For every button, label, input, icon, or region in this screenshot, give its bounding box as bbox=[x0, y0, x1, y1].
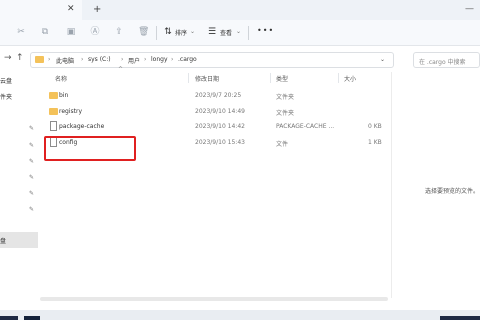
cut-icon[interactable]: ✂ bbox=[16, 27, 26, 37]
taskbar bbox=[0, 310, 480, 320]
minimize-icon[interactable]: — bbox=[465, 4, 474, 14]
tab-strip: ✕ + — bbox=[0, 0, 480, 20]
address-dropdown-icon[interactable]: ⌄ bbox=[380, 56, 385, 63]
command-bar: ✂ ⧉ ▣ Ⓐ ⇪ 🗑 ⇅ 排序 ⌄ ☰ 查看 ⌄ ••• bbox=[0, 20, 480, 46]
breadcrumb-cargo[interactable]: .cargo bbox=[178, 56, 197, 63]
chevron-right-icon[interactable]: › bbox=[171, 56, 173, 63]
folder-icon bbox=[49, 92, 58, 99]
file-size: 1 KB bbox=[368, 139, 382, 146]
view-chevron-icon[interactable]: ⌄ bbox=[236, 28, 241, 35]
breadcrumb-drive[interactable]: sys (C:) bbox=[88, 56, 111, 63]
file-type: PACKAGE-CACHE ... bbox=[276, 123, 335, 130]
highlight-box bbox=[44, 136, 136, 161]
address-bar[interactable]: › 此电脑 › sys (C:) › 用户 › longy › .cargo ⌄ bbox=[30, 52, 394, 68]
folder-icon bbox=[35, 56, 44, 63]
file-name: package-cache bbox=[59, 123, 105, 130]
sidebar-item-selected[interactable]: 盘 bbox=[0, 232, 38, 248]
file-modified: 2023/9/10 15:43 bbox=[195, 139, 245, 146]
file-modified: 2023/9/10 14:49 bbox=[195, 108, 245, 115]
file-type: 文件 bbox=[276, 141, 289, 148]
view-button[interactable]: 查看 bbox=[220, 28, 232, 37]
sort-up-icon: ^ bbox=[118, 66, 124, 73]
rename-icon[interactable]: Ⓐ bbox=[90, 27, 100, 37]
file-type: 文件夹 bbox=[276, 94, 295, 101]
column-divider[interactable] bbox=[270, 73, 271, 83]
sidebar-item-folders[interactable]: 件夹 bbox=[0, 92, 12, 101]
file-type: 文件夹 bbox=[276, 110, 295, 117]
delete-icon[interactable]: 🗑 bbox=[138, 27, 149, 37]
sort-button[interactable]: 排序 bbox=[175, 28, 187, 37]
chevron-right-icon[interactable]: › bbox=[81, 56, 83, 63]
breadcrumb-longy[interactable]: longy bbox=[151, 56, 168, 63]
column-divider[interactable] bbox=[338, 73, 339, 83]
close-tab-icon[interactable]: ✕ bbox=[67, 4, 75, 14]
preview-message: 选择要预览的文件。 bbox=[425, 188, 480, 195]
paste-icon[interactable]: ▣ bbox=[66, 27, 76, 37]
horizontal-scrollbar[interactable] bbox=[40, 297, 388, 301]
chevron-right-icon[interactable]: › bbox=[48, 56, 50, 63]
chevron-right-icon[interactable]: › bbox=[121, 56, 123, 63]
pin-icon[interactable]: ✎ bbox=[29, 125, 34, 132]
file-icon bbox=[50, 121, 57, 131]
toolbar-divider bbox=[248, 26, 249, 40]
share-icon[interactable]: ⇪ bbox=[114, 27, 124, 37]
column-divider[interactable] bbox=[188, 73, 189, 83]
file-size: 0 KB bbox=[368, 123, 382, 130]
toolbar-divider bbox=[156, 26, 157, 40]
pin-icon[interactable]: ✎ bbox=[29, 142, 34, 149]
column-header-modified[interactable]: 修改日期 bbox=[195, 74, 219, 83]
file-name: registry bbox=[59, 108, 82, 115]
sidebar-item-cloud[interactable]: 云盘 bbox=[0, 76, 12, 85]
column-header-name[interactable]: 名称 bbox=[55, 74, 67, 83]
new-tab-icon[interactable]: + bbox=[93, 4, 101, 15]
pin-icon[interactable]: ✎ bbox=[29, 206, 34, 213]
table-row[interactable]: registry 2023/9/10 14:49 文件夹 bbox=[45, 104, 390, 119]
breadcrumb-users[interactable]: 用户 bbox=[128, 56, 140, 65]
folder-icon bbox=[49, 108, 58, 115]
sort-icon: ⇅ bbox=[164, 27, 172, 37]
breadcrumb-this-pc[interactable]: 此电脑 bbox=[56, 56, 74, 65]
column-header-type[interactable]: 类型 bbox=[276, 74, 288, 83]
search-input[interactable]: 在 .cargo 中搜索 bbox=[413, 52, 480, 68]
file-name: bin bbox=[59, 92, 69, 99]
taskbar-segment bbox=[440, 316, 480, 320]
pane-divider[interactable] bbox=[391, 72, 392, 298]
navigation-pane: 云盘 件夹 ✎ ✎ ✎ ✎ ✎ ✎ 盘 bbox=[0, 72, 38, 320]
view-icon: ☰ bbox=[207, 27, 217, 37]
table-row[interactable]: bin 2023/9/7 20:25 文件夹 bbox=[45, 88, 390, 103]
taskbar-segment bbox=[24, 316, 40, 320]
file-modified: 2023/9/7 20:25 bbox=[195, 92, 242, 99]
copy-icon[interactable]: ⧉ bbox=[40, 27, 50, 37]
more-options-button[interactable]: ••• bbox=[257, 26, 274, 35]
back-icon[interactable]: → bbox=[4, 53, 12, 63]
pin-icon[interactable]: ✎ bbox=[29, 190, 34, 197]
column-header-size[interactable]: 大小 bbox=[344, 74, 356, 83]
active-tab[interactable]: ✕ bbox=[0, 0, 82, 20]
chevron-right-icon[interactable]: › bbox=[144, 56, 146, 63]
file-modified: 2023/9/10 14:42 bbox=[195, 123, 245, 130]
up-icon[interactable]: ↑ bbox=[16, 53, 24, 63]
pin-icon[interactable]: ✎ bbox=[29, 174, 34, 181]
search-placeholder: 在 .cargo 中搜索 bbox=[419, 59, 466, 66]
sidebar-selected-label: 盘 bbox=[0, 238, 7, 245]
sort-chevron-icon[interactable]: ⌄ bbox=[190, 28, 195, 35]
taskbar-segment bbox=[0, 316, 18, 320]
pin-icon[interactable]: ✎ bbox=[29, 158, 34, 165]
table-row[interactable]: package-cache 2023/9/10 14:42 PACKAGE-CA… bbox=[45, 119, 390, 134]
